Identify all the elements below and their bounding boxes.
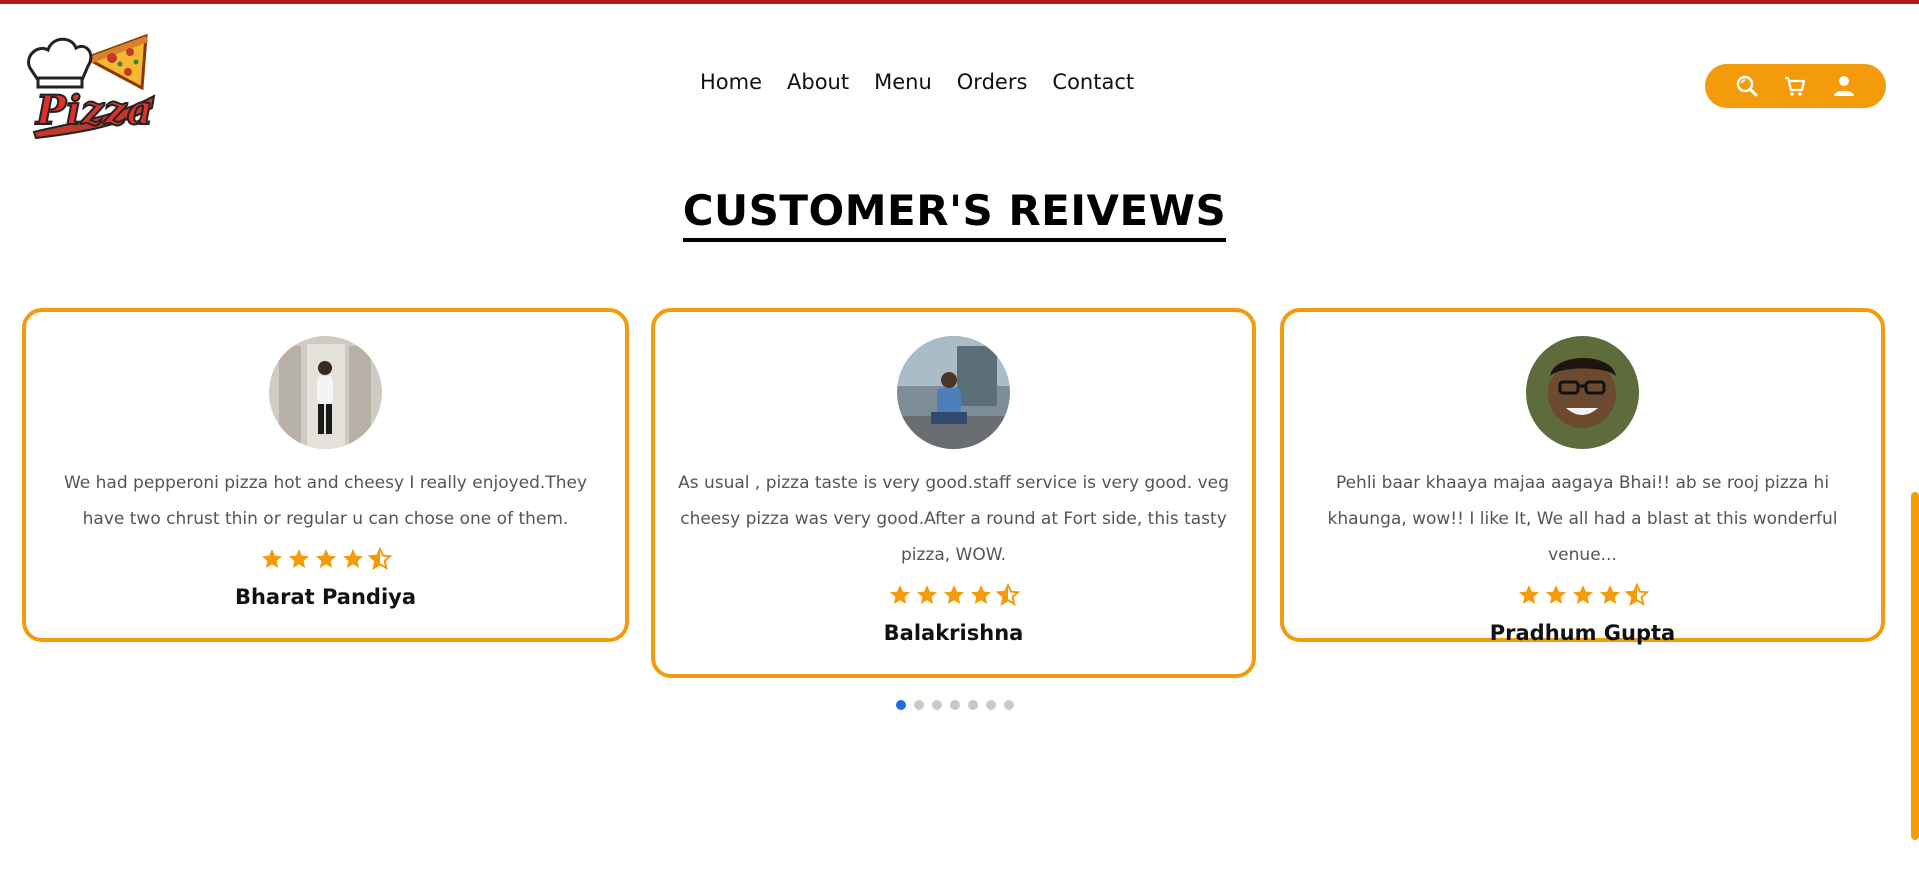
reviewer-name: Pradhum Gupta — [1489, 621, 1676, 645]
carousel-dot[interactable] — [986, 700, 996, 710]
star-rating — [1284, 583, 1881, 609]
section-title: CUSTOMER'S REIVEWS — [682, 186, 1227, 242]
star-full-icon — [1545, 585, 1566, 604]
main-nav: Home About Menu Orders Contact — [700, 70, 1159, 94]
star-full-icon — [261, 549, 282, 568]
star-half-icon — [1624, 583, 1649, 607]
reviewer-avatar — [897, 336, 1010, 449]
review-card: Pehli baar khaaya majaa aagaya Bhai!! ab… — [1280, 308, 1885, 645]
top-accent-strip — [0, 0, 1919, 4]
header-icon-bar — [1705, 64, 1886, 108]
carousel-dot[interactable] — [950, 700, 960, 710]
star-full-icon — [970, 585, 991, 604]
star-full-icon — [342, 549, 363, 568]
review-text: As usual , pizza taste is very good.staf… — [678, 473, 1229, 565]
reviewer-name: Balakrishna — [883, 621, 1024, 645]
star-full-icon — [315, 549, 336, 568]
user-icon[interactable] — [1831, 73, 1857, 99]
star-full-icon — [889, 585, 910, 604]
star-full-icon — [1518, 585, 1539, 604]
review-card: As usual , pizza taste is very good.staf… — [651, 308, 1256, 678]
review-text: We had pepperoni pizza hot and cheesy I … — [63, 473, 587, 529]
star-rating — [655, 583, 1252, 609]
carousel-dot[interactable] — [896, 700, 906, 710]
page-scrollbar-thumb[interactable] — [1911, 492, 1919, 840]
star-rating — [26, 547, 625, 573]
carousel-pagination — [896, 700, 1014, 710]
star-full-icon — [943, 585, 964, 604]
nav-menu[interactable]: Menu — [874, 70, 932, 94]
cart-icon[interactable] — [1782, 73, 1808, 99]
star-half-icon — [367, 547, 392, 571]
pizza-logo[interactable]: Pizza — [24, 28, 156, 140]
search-icon[interactable] — [1734, 73, 1760, 99]
review-card: We had pepperoni pizza hot and cheesy I … — [22, 308, 629, 642]
reviewer-avatar — [269, 336, 382, 449]
star-full-icon — [1599, 585, 1620, 604]
carousel-dot[interactable] — [914, 700, 924, 710]
star-full-icon — [1572, 585, 1593, 604]
logo-text: Pizza — [35, 87, 153, 134]
star-full-icon — [916, 585, 937, 604]
review-text: Pehli baar khaaya majaa aagaya Bhai!! ab… — [1327, 473, 1838, 565]
nav-contact[interactable]: Contact — [1052, 70, 1134, 94]
carousel-dot[interactable] — [1004, 700, 1014, 710]
star-half-icon — [995, 583, 1020, 607]
nav-about[interactable]: About — [787, 70, 849, 94]
carousel-dot[interactable] — [968, 700, 978, 710]
star-full-icon — [288, 549, 309, 568]
reviewer-avatar — [1526, 336, 1639, 449]
carousel-dot[interactable] — [932, 700, 942, 710]
reviewer-name: Bharat Pandiya — [234, 585, 417, 609]
nav-orders[interactable]: Orders — [957, 70, 1028, 94]
nav-home[interactable]: Home — [700, 70, 762, 94]
reviews-section-header: CUSTOMER'S REIVEWS — [0, 186, 1909, 242]
